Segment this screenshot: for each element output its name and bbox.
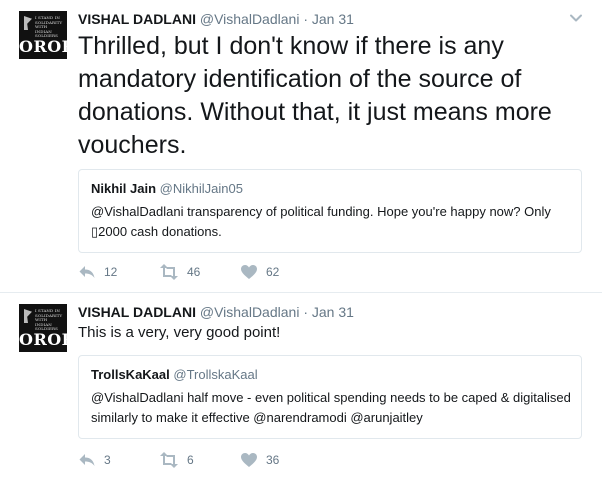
- avatar-logo-text: OROP: [19, 330, 67, 349]
- author-name[interactable]: VISHAL DADLANI: [78, 304, 196, 320]
- retweet-button[interactable]: 46: [159, 263, 200, 281]
- tweet-date[interactable]: Jan 31: [312, 304, 354, 320]
- quoted-author-handle: @NikhilJain05: [159, 181, 243, 196]
- quoted-tweet[interactable]: Nikhil Jain @NikhilJain05 @VishalDadlani…: [78, 169, 582, 253]
- reply-count: 12: [104, 265, 118, 279]
- quoted-author-name: TrollsKaKaal: [91, 367, 170, 382]
- quoted-tweet-header: Nikhil Jain @NikhilJain05: [91, 180, 243, 198]
- quoted-tweet-text: @VishalDadlani half move - even politica…: [91, 390, 571, 425]
- tweet[interactable]: I stand in solidarity with Indian soldie…: [0, 0, 602, 293]
- separator-dot: ·: [303, 11, 308, 27]
- reply-count: 3: [104, 453, 111, 467]
- avatar-logo-text: OROP: [19, 37, 67, 56]
- tweet[interactable]: I stand in solidarity with Indian soldie…: [0, 293, 602, 480]
- like-count: 62: [266, 265, 280, 279]
- avatar[interactable]: I stand in solidarity with Indian soldie…: [19, 11, 67, 59]
- author-name[interactable]: VISHAL DADLANI: [78, 11, 196, 27]
- separator-dot: ·: [303, 304, 308, 320]
- heart-icon: [241, 265, 257, 279]
- author-handle[interactable]: @VishalDadlani: [200, 304, 300, 320]
- tweet-date[interactable]: Jan 31: [312, 11, 354, 27]
- avatar-caption: I stand in solidarity with Indian soldie…: [35, 15, 63, 39]
- retweet-count: 6: [187, 453, 194, 467]
- quoted-author-handle: @TrollskaKaal: [173, 367, 258, 382]
- retweet-icon: [160, 452, 178, 468]
- flag-icon: [24, 16, 32, 30]
- like-count: 36: [266, 453, 280, 467]
- tweet-text: Thrilled, but I don't know if there is a…: [78, 32, 552, 159]
- retweet-count: 46: [187, 265, 201, 279]
- flag-icon: [24, 309, 32, 323]
- tweet-header: VISHAL DADLANI @VishalDadlani · Jan 31: [78, 303, 354, 321]
- author-handle[interactable]: @VishalDadlani: [200, 11, 300, 27]
- quoted-author-name: Nikhil Jain: [91, 181, 157, 196]
- reply-button[interactable]: 12: [78, 263, 117, 281]
- tweet-text: This is a very, very good point!: [78, 324, 281, 341]
- reply-button[interactable]: 3: [78, 451, 111, 469]
- quoted-tweet-text: @VishalDadlani transparency of political…: [91, 204, 551, 239]
- tweet-header: VISHAL DADLANI @VishalDadlani · Jan 31: [78, 10, 354, 28]
- avatar-caption: I stand in solidarity with Indian soldie…: [35, 308, 63, 332]
- avatar[interactable]: I stand in solidarity with Indian soldie…: [19, 304, 67, 352]
- quoted-tweet[interactable]: TrollsKaKaal @TrollskaKaal @VishalDadlan…: [78, 355, 582, 439]
- retweet-button[interactable]: 6: [159, 451, 194, 469]
- retweet-icon: [160, 264, 178, 280]
- like-button[interactable]: 62: [240, 263, 279, 281]
- chevron-down-icon[interactable]: [569, 11, 583, 25]
- reply-icon: [79, 454, 95, 466]
- reply-icon: [79, 266, 95, 278]
- like-button[interactable]: 36: [240, 451, 279, 469]
- quoted-tweet-header: TrollsKaKaal @TrollskaKaal: [91, 366, 258, 384]
- heart-icon: [241, 453, 257, 467]
